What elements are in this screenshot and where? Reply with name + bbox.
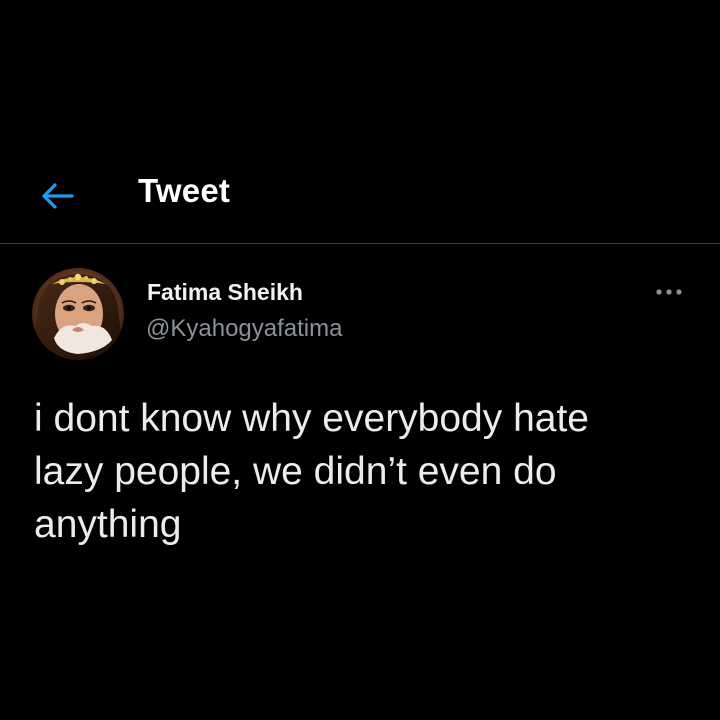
author-avatar[interactable] — [32, 268, 124, 360]
more-options-button[interactable] — [650, 280, 690, 304]
tweet-text: i dont know why everybody hate lazy peop… — [34, 397, 589, 546]
author-name[interactable]: Fatima Sheikh — [147, 279, 303, 306]
tweet-header: Tweet — [0, 150, 720, 243]
page-title: Tweet — [138, 172, 231, 209]
back-button[interactable] — [36, 176, 80, 216]
ellipsis-icon — [656, 289, 682, 295]
profile-photo — [32, 268, 124, 360]
author-handle[interactable]: @Kyahogyafatima — [146, 315, 342, 343]
arrow-left-icon — [42, 183, 74, 209]
header-divider — [0, 243, 720, 244]
